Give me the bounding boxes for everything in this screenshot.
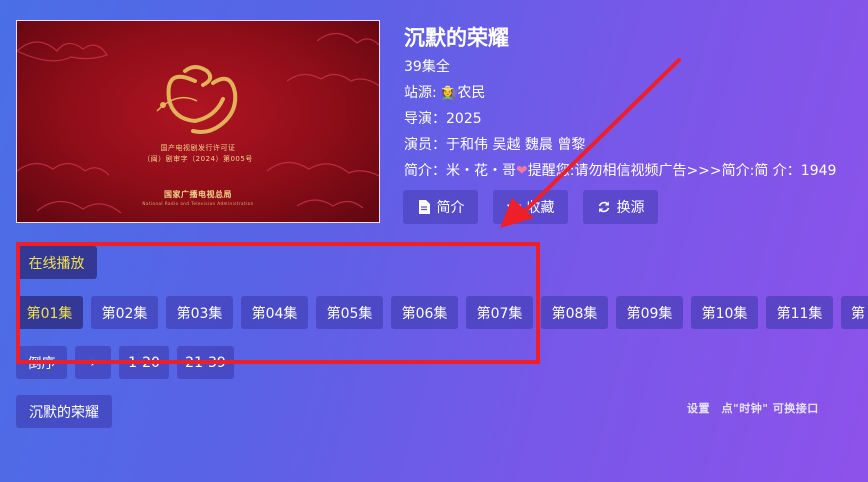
video-title: 沉默的荣耀 <box>404 26 509 50</box>
episode-count: 39集全 <box>404 59 450 75</box>
episode-button-partial[interactable]: 第 <box>841 296 868 329</box>
poster-image: 国产电视剧发行许可证 （闽）剧审字（2024）第005号 国家广播电视总局 Na… <box>16 20 380 223</box>
document-icon <box>418 200 430 214</box>
source-label: 站源: <box>404 85 442 101</box>
episode-button[interactable]: 第09集 <box>616 296 683 329</box>
refresh-icon <box>598 201 609 213</box>
source-value: 农民 <box>457 85 486 101</box>
favorite-button-label: 收藏 <box>526 200 555 216</box>
intro-button[interactable]: 简介 <box>403 190 478 224</box>
annotation-highlight-box <box>16 242 540 364</box>
director-info: 导演：2025 <box>404 111 482 127</box>
source-info: 站源: 🧑‍🌾农民 <box>404 82 485 102</box>
actors-info: 演员：于和伟 吴越 魏晨 曾黎 <box>404 137 586 153</box>
interface-hint: 设置 点"时钟" 可换接口 <box>687 402 819 415</box>
poster-authority-en: National Radio and Television Administra… <box>142 201 254 206</box>
intro-button-label: 简介 <box>436 200 465 216</box>
poster-license-number: （闽）剧审字（2024）第005号 <box>143 155 253 163</box>
synopsis-suffix: 提醒您:请勿相信视频广告>>>简介:简 介：1949 <box>527 163 837 179</box>
favorite-button[interactable]: 收藏 <box>493 190 568 224</box>
episode-button[interactable]: 第08集 <box>541 296 608 329</box>
change-source-button[interactable]: 换源 <box>583 190 658 224</box>
episode-button[interactable]: 第10集 <box>691 296 758 329</box>
change-source-button-label: 换源 <box>616 200 645 216</box>
series-chip[interactable]: 沉默的荣耀 <box>16 395 112 428</box>
poster-authority: 国家广播电视总局 <box>164 190 232 199</box>
episode-button[interactable]: 第11集 <box>766 296 833 329</box>
poster-license-text: 国产电视剧发行许可证 <box>160 144 236 152</box>
star-icon <box>506 200 521 214</box>
farmer-emoji-icon: 🧑‍🌾 <box>441 86 458 101</box>
synopsis-info: 简介：米・花・哥❤提醒您:请勿相信视频广告>>>简介:简 介：1949 <box>404 160 836 180</box>
heart-icon: ❤ <box>516 163 528 179</box>
synopsis-prefix: 简介：米・花・哥 <box>404 163 516 179</box>
